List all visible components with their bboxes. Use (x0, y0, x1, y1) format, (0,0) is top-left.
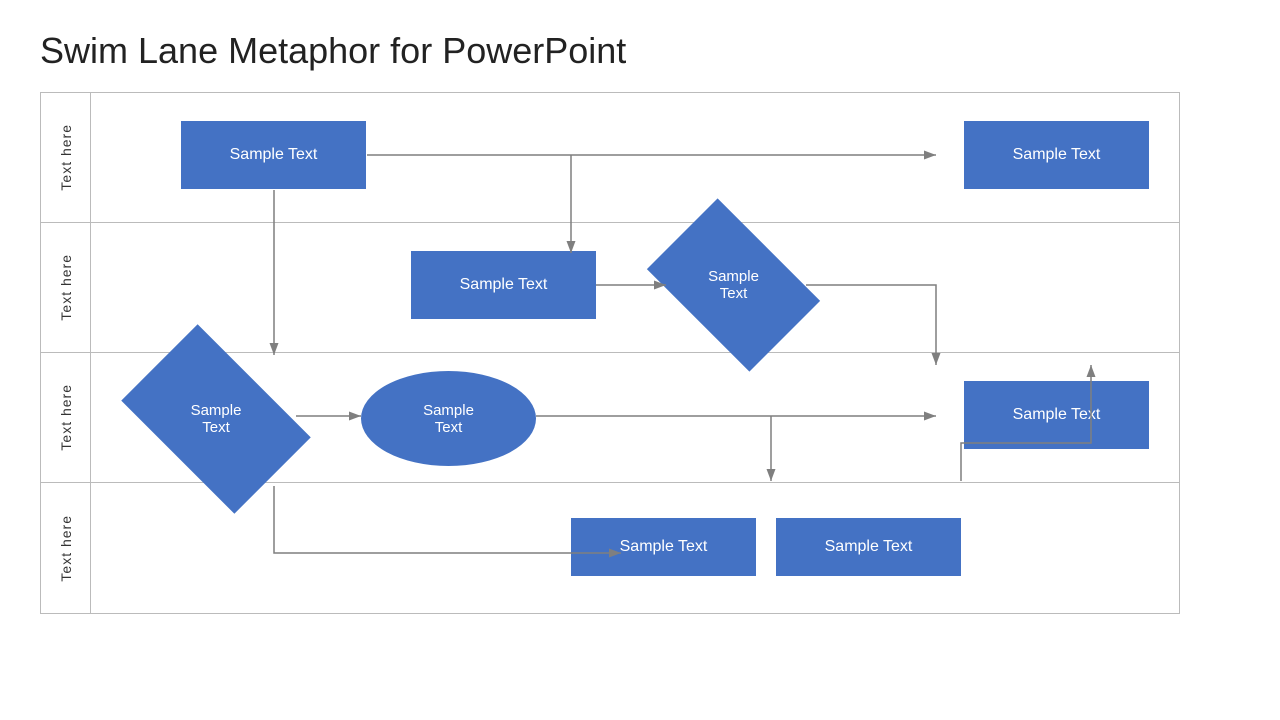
lane-content-1: Sample Text Sample Text (91, 93, 1179, 222)
ellipse-text: Sample Text (423, 402, 474, 436)
lane-4: Text here Sample Text Sample Text (41, 483, 1179, 613)
page: Swim Lane Metaphor for PowerPoint Text h… (0, 0, 1280, 720)
diamond-label-2: Sample Text (708, 268, 759, 302)
diamond-lane3: Sample Text (136, 365, 296, 473)
lane-label-3: Text here (41, 353, 91, 482)
rect-lane1-left: Sample Text (181, 121, 366, 189)
lane-content-2: Sample Text Sample Text (91, 223, 1179, 352)
ellipse-lane3: Sample Text (361, 371, 536, 466)
lane-content-4: Sample Text Sample Text (91, 483, 1179, 613)
rect-lane4-right: Sample Text (776, 518, 961, 576)
diamond-label-3: Sample Text (191, 402, 242, 436)
lane-1: Text here Sample Text Sample Text (41, 93, 1179, 223)
rect-lane4-left: Sample Text (571, 518, 756, 576)
swimlane-container: Text here Sample Text Sample Text Text h… (40, 92, 1180, 614)
lane-3: Text here Sample Text Sample Text Sample… (41, 353, 1179, 483)
rect-lane3-right: Sample Text (964, 381, 1149, 449)
rect-lane1-right: Sample Text (964, 121, 1149, 189)
page-title: Swim Lane Metaphor for PowerPoint (40, 30, 1240, 72)
lane-label-1: Text here (41, 93, 91, 222)
lane-content-3: Sample Text Sample Text Sample Text (91, 353, 1179, 482)
lane-2: Text here Sample Text Sample Text (41, 223, 1179, 353)
diamond-lane2: Sample Text (661, 235, 806, 335)
lane-label-2: Text here (41, 223, 91, 352)
lane-label-4: Text here (41, 483, 91, 613)
rect-lane2-mid: Sample Text (411, 251, 596, 319)
